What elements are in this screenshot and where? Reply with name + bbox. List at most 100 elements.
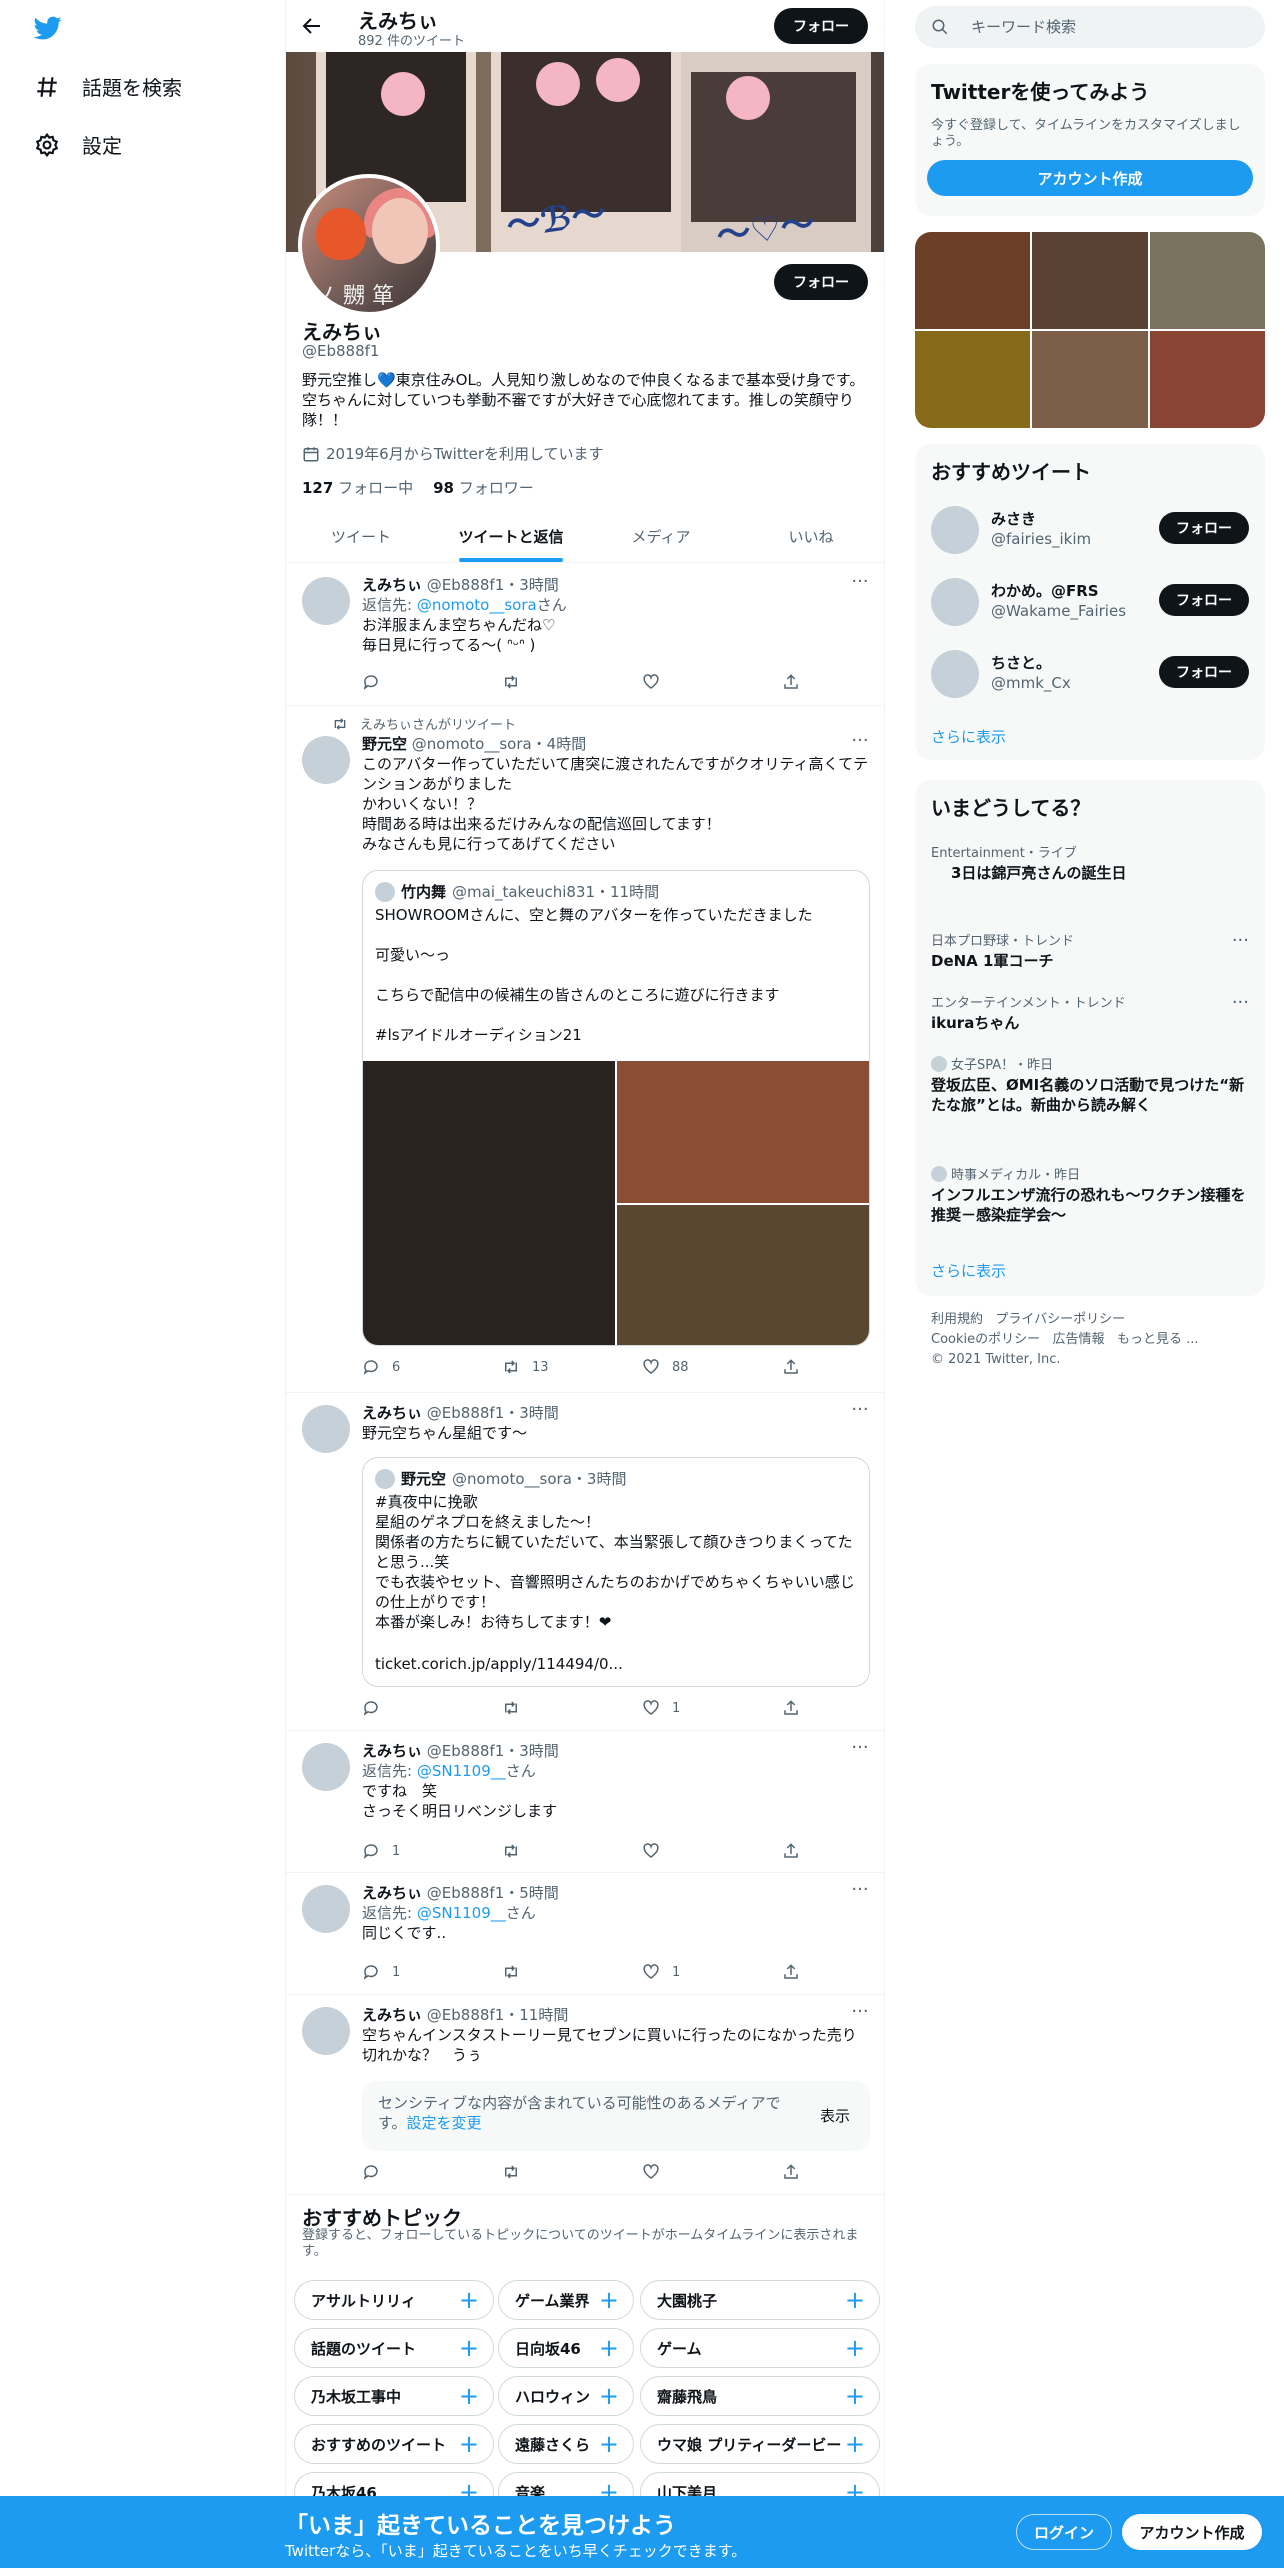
reply-button[interactable]: 1: [362, 1842, 472, 1860]
nav-explore[interactable]: 話題を検索: [34, 72, 182, 101]
share-button[interactable]: [782, 1963, 802, 1981]
topic-chip[interactable]: 遠藤さくら +: [498, 2424, 634, 2464]
user-avatar[interactable]: [931, 506, 979, 554]
plus-icon[interactable]: +: [845, 2382, 865, 2410]
media-thumbnail[interactable]: [1032, 232, 1148, 329]
reply-to-handle[interactable]: @nomoto__sora: [417, 596, 537, 614]
retweet-button[interactable]: [502, 2163, 612, 2181]
tweet-author-name[interactable]: えみちぃ: [362, 1404, 422, 1422]
reply-to-handle[interactable]: @SN1109__: [417, 1904, 506, 1922]
topic-chip[interactable]: ゲーム業界 +: [498, 2280, 634, 2320]
reply-button[interactable]: 1: [362, 1963, 472, 1981]
reply-button[interactable]: [362, 2163, 472, 2181]
media-thumbnail[interactable]: [1032, 331, 1148, 428]
topic-chip[interactable]: 日向坂46 +: [498, 2328, 634, 2368]
tab-media[interactable]: メディア: [586, 510, 736, 562]
like-button[interactable]: [642, 673, 752, 691]
retweet-button[interactable]: 13: [502, 1358, 612, 1376]
follow-button[interactable]: フォロー: [1159, 584, 1249, 616]
tweet[interactable]: ··· えみちぃ @Eb888f1・3時間 返信先: @SN1109__さん で…: [286, 1731, 884, 1873]
trend-item[interactable]: エンターテインメント・トレンド ikuraちゃん ···: [931, 992, 1249, 1033]
show-more-link[interactable]: さらに表示: [931, 1260, 1006, 1281]
signup-button[interactable]: アカウント作成: [1122, 2514, 1262, 2550]
trend-item[interactable]: Entertainment・ライブ 3日は錦戸亮さんの誕生日: [931, 842, 1249, 883]
topic-chip[interactable]: おすすめのツイート +: [294, 2424, 494, 2464]
share-button[interactable]: [782, 1699, 802, 1717]
reply-button[interactable]: 6: [362, 1358, 472, 1376]
tweet-author-name[interactable]: 野元空: [362, 735, 407, 753]
footer-link[interactable]: 広告情報: [1053, 1332, 1105, 1347]
trend-item[interactable]: 女子SPA！・昨日 登坂広臣、ØMI名義のソロ活動で見つけた“新たな旅”とは。新…: [931, 1054, 1249, 1115]
topic-chip[interactable]: 乃木坂工事中 +: [294, 2376, 494, 2416]
share-button[interactable]: [782, 1358, 802, 1376]
quote-link[interactable]: ticket.corich.jp/apply/114494/0...: [375, 1654, 857, 1674]
footer-link[interactable]: 利用規約: [931, 1312, 983, 1327]
quote-image[interactable]: [363, 1061, 615, 1345]
tweet-avatar[interactable]: [302, 1885, 350, 1933]
quote-tweet[interactable]: 竹内舞 @mai_takeuchi831・11時間 SHOWROOMさんに、空と舞…: [362, 870, 870, 1346]
search-box[interactable]: キーワード検索: [915, 6, 1265, 48]
show-more-link[interactable]: さらに表示: [931, 726, 1006, 747]
user-avatar[interactable]: [931, 578, 979, 626]
retweet-button[interactable]: [502, 1842, 612, 1860]
follow-button[interactable]: フォロー: [1159, 512, 1249, 544]
header-follow-button[interactable]: フォロー: [774, 8, 868, 44]
profile-avatar[interactable]: ノ 嬲 箪: [298, 174, 440, 316]
tweet-avatar[interactable]: [302, 1405, 350, 1453]
media-thumbnail[interactable]: [915, 331, 1031, 428]
trend-item[interactable]: 日本プロ野球・トレンド DeNA 1軍コーチ ···: [931, 930, 1249, 971]
twitter-logo-icon[interactable]: [32, 14, 64, 42]
plus-icon[interactable]: +: [599, 2430, 619, 2458]
plus-icon[interactable]: +: [459, 2286, 479, 2314]
tweet[interactable]: ··· えみちぃ @Eb888f1・3時間 野元空ちゃん星組です〜 野元空 @no…: [286, 1393, 884, 1731]
back-arrow-icon[interactable]: [300, 14, 324, 38]
plus-icon[interactable]: +: [845, 2334, 865, 2362]
tweet[interactable]: ··· えみちぃ @Eb888f1・11時間 空ちゃんインスタストーリー見てセブ…: [286, 1995, 884, 2195]
following-link[interactable]: 127 フォロー中: [302, 477, 413, 498]
tab-tweets[interactable]: ツイート: [286, 510, 436, 562]
topic-chip[interactable]: 話題のツイート +: [294, 2328, 494, 2368]
tweet-avatar[interactable]: [302, 736, 350, 784]
like-button[interactable]: 1: [642, 1963, 752, 1981]
like-button[interactable]: [642, 2163, 752, 2181]
reply-button[interactable]: [362, 1699, 472, 1717]
quote-image[interactable]: [617, 1061, 869, 1203]
tweet-author-name[interactable]: えみちぃ: [362, 1884, 422, 1902]
nav-settings[interactable]: 設定: [34, 130, 122, 159]
topic-chip[interactable]: ゲーム +: [640, 2328, 880, 2368]
footer-link[interactable]: Cookieのポリシー: [931, 1332, 1040, 1347]
followers-link[interactable]: 98 フォロワー: [433, 477, 534, 498]
share-button[interactable]: [782, 673, 802, 691]
reply-to-handle[interactable]: @SN1109__: [417, 1762, 506, 1780]
plus-icon[interactable]: +: [599, 2334, 619, 2362]
plus-icon[interactable]: +: [459, 2382, 479, 2410]
retweet-button[interactable]: [502, 673, 612, 691]
plus-icon[interactable]: +: [599, 2382, 619, 2410]
tab-tweets-and-replies[interactable]: ツイートと返信: [436, 510, 586, 562]
user-avatar[interactable]: [931, 650, 979, 698]
plus-icon[interactable]: +: [459, 2430, 479, 2458]
like-button[interactable]: 1: [642, 1699, 752, 1717]
share-button[interactable]: [782, 2163, 802, 2181]
tweet-author-name[interactable]: えみちぃ: [362, 2006, 422, 2024]
quote-image[interactable]: [617, 1205, 869, 1345]
tweet-author-name[interactable]: えみちぃ: [362, 576, 422, 594]
tab-likes[interactable]: いいね: [736, 510, 884, 562]
topic-chip[interactable]: アサルトリリィ +: [294, 2280, 494, 2320]
share-button[interactable]: [782, 1842, 802, 1860]
like-button[interactable]: 88: [642, 1358, 752, 1376]
topic-chip[interactable]: 大園桃子 +: [640, 2280, 880, 2320]
topic-chip[interactable]: ハロウィン +: [498, 2376, 634, 2416]
tweet-avatar[interactable]: [302, 1743, 350, 1791]
topic-chip[interactable]: 齋藤飛鳥 +: [640, 2376, 880, 2416]
reply-button[interactable]: [362, 673, 472, 691]
tweet-author-name[interactable]: えみちぃ: [362, 1742, 422, 1760]
recommended-user[interactable]: ちさと。 @mmk_Cx: [931, 650, 1071, 698]
profile-follow-button[interactable]: フォロー: [774, 264, 868, 300]
tweet-avatar[interactable]: [302, 2007, 350, 2055]
retweet-label-text[interactable]: えみちぃさんがリツイート: [360, 714, 516, 733]
media-thumbnail[interactable]: [915, 232, 1031, 329]
plus-icon[interactable]: +: [599, 2286, 619, 2314]
login-button[interactable]: ログイン: [1016, 2514, 1112, 2550]
media-thumbnail[interactable]: [1149, 331, 1265, 428]
